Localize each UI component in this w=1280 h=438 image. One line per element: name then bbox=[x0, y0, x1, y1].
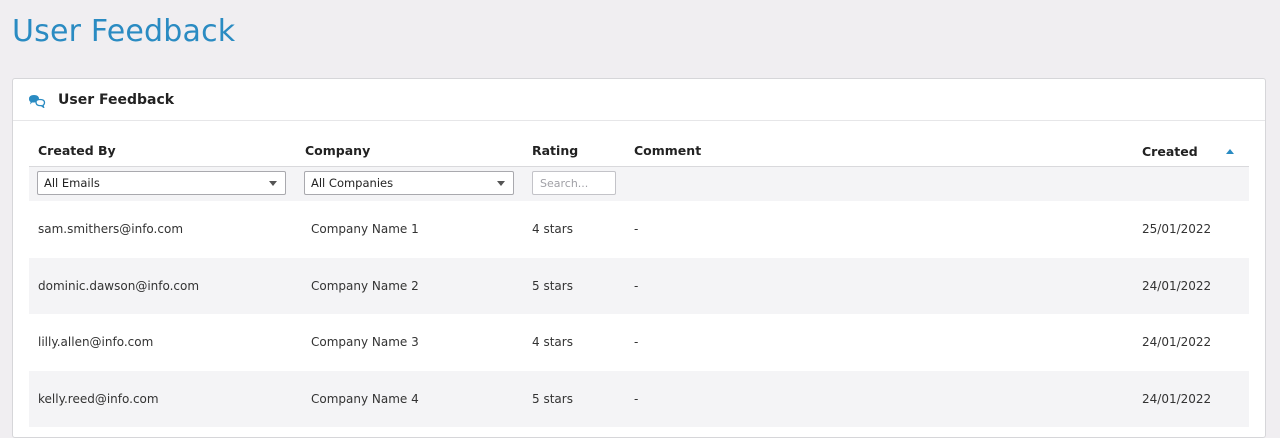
feedback-table: Created By Company Rating Comment Create… bbox=[29, 133, 1249, 427]
filter-row: All Emails All Companies bbox=[29, 167, 1249, 201]
company-filter-select[interactable]: All Companies bbox=[304, 171, 514, 195]
cell-created-by: dominic.dawson@info.com bbox=[38, 278, 200, 293]
cell-rating: 5 stars bbox=[532, 391, 573, 406]
cell-company: Company Name 4 bbox=[311, 391, 419, 406]
email-filter-value: All Emails bbox=[44, 176, 100, 190]
cell-company: Company Name 1 bbox=[311, 222, 419, 236]
cell-created: 24/01/2022 bbox=[1142, 278, 1212, 293]
chevron-down-icon bbox=[269, 181, 277, 186]
cell-rating: 5 stars bbox=[532, 278, 573, 293]
cell-rating: 4 stars bbox=[532, 222, 573, 236]
cell-comment: - bbox=[634, 391, 639, 406]
column-header-created-by[interactable]: Created By bbox=[38, 143, 116, 158]
cell-created: 24/01/2022 bbox=[1142, 391, 1212, 406]
table-header-row: Created By Company Rating Comment Create… bbox=[29, 133, 1249, 167]
column-header-rating[interactable]: Rating bbox=[532, 143, 578, 158]
cell-created-by: sam.smithers@info.com bbox=[38, 222, 184, 236]
email-filter-select[interactable]: All Emails bbox=[37, 171, 286, 195]
column-header-created[interactable]: Created bbox=[1142, 144, 1198, 159]
sort-ascending-icon[interactable] bbox=[1226, 149, 1234, 154]
table-row[interactable]: dominic.dawson@info.com Company Name 2 5… bbox=[29, 257, 1249, 314]
cell-comment: - bbox=[634, 335, 639, 349]
cell-created-by: lilly.allen@info.com bbox=[38, 335, 154, 349]
table-row[interactable]: lilly.allen@info.com Company Name 3 4 st… bbox=[29, 314, 1249, 371]
page-title: User Feedback bbox=[12, 14, 236, 49]
cell-created-by: kelly.reed@info.com bbox=[38, 391, 159, 406]
card-header: User Feedback bbox=[13, 79, 1265, 121]
rating-search-input[interactable] bbox=[532, 171, 616, 195]
cell-company: Company Name 3 bbox=[311, 335, 419, 349]
cell-company: Company Name 2 bbox=[311, 278, 419, 293]
chat-bubbles-icon bbox=[28, 93, 46, 109]
card-title: User Feedback bbox=[58, 91, 175, 108]
feedback-card: User Feedback Created By Company Rating … bbox=[12, 78, 1266, 438]
company-filter-value: All Companies bbox=[311, 176, 394, 190]
cell-created: 25/01/2022 bbox=[1142, 222, 1212, 236]
column-header-comment[interactable]: Comment bbox=[634, 143, 701, 158]
cell-comment: - bbox=[634, 222, 639, 236]
table-row[interactable]: kelly.reed@info.com Company Name 4 5 sta… bbox=[29, 370, 1249, 427]
cell-rating: 4 stars bbox=[532, 335, 573, 349]
cell-created: 24/01/2022 bbox=[1142, 335, 1212, 349]
column-header-company[interactable]: Company bbox=[305, 143, 370, 158]
cell-comment: - bbox=[634, 278, 639, 293]
table-row[interactable]: sam.smithers@info.com Company Name 1 4 s… bbox=[29, 201, 1249, 258]
chevron-down-icon bbox=[497, 181, 505, 186]
